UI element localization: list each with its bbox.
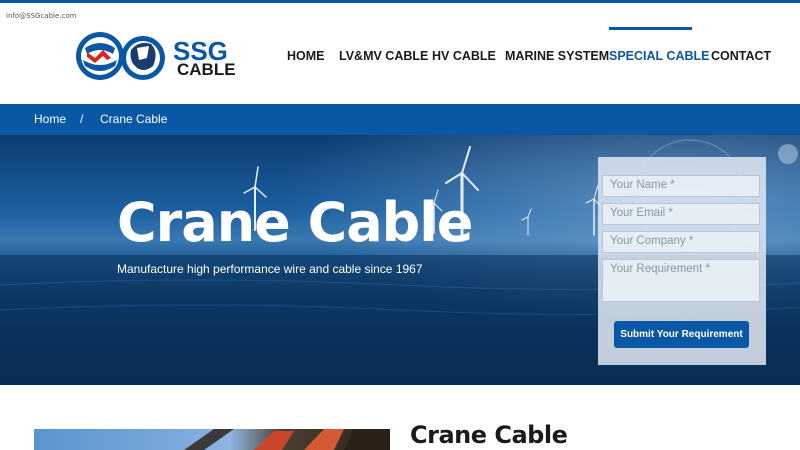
logo-sub-text: CABLE [177, 60, 236, 79]
name-input[interactable]: Your Name * [602, 175, 760, 197]
logo-emblem-icon [76, 32, 165, 80]
breadcrumb-separator: / [80, 112, 84, 126]
nav-lv-mv-cable[interactable]: LV&MV CABLE [339, 49, 428, 63]
breadcrumb-current: Crane Cable [100, 112, 168, 126]
section-title: Crane Cable [410, 421, 568, 449]
site-logo[interactable]: SSG CABLE [73, 30, 238, 85]
nav-home[interactable]: HOME [287, 49, 325, 63]
submit-button[interactable]: Submit Your Requirement [614, 321, 749, 348]
nav-active-indicator [609, 27, 692, 30]
requirement-textarea[interactable]: Your Requirement * [602, 259, 760, 302]
breadcrumb-home[interactable]: Home [34, 112, 66, 126]
top-accent-bar [0, 0, 800, 3]
contact-email[interactable]: info@SSGcable.com [6, 12, 76, 20]
company-input[interactable]: Your Company * [602, 231, 760, 253]
email-input[interactable]: Your Email * [602, 203, 760, 225]
nav-hv-cable[interactable]: HV CABLE [432, 49, 496, 63]
nav-marine-system[interactable]: MARINE SYSTEM [505, 49, 609, 63]
requirement-form: Your Name * Your Email * Your Company * … [598, 157, 766, 365]
breadcrumb: Home / Crane Cable [0, 104, 800, 135]
nav-contact[interactable]: CONTACT [711, 49, 771, 63]
hero-subtitle: Manufacture high performance wire and ca… [117, 262, 423, 276]
hero-banner: Crane Cable Manufacture high performance… [0, 135, 800, 385]
hero-title: Crane Cable [117, 191, 473, 254]
crane-structure-graphic [184, 429, 390, 450]
product-image [34, 429, 390, 450]
nav-special-cable[interactable]: SPECIAL CABLE [609, 49, 709, 63]
